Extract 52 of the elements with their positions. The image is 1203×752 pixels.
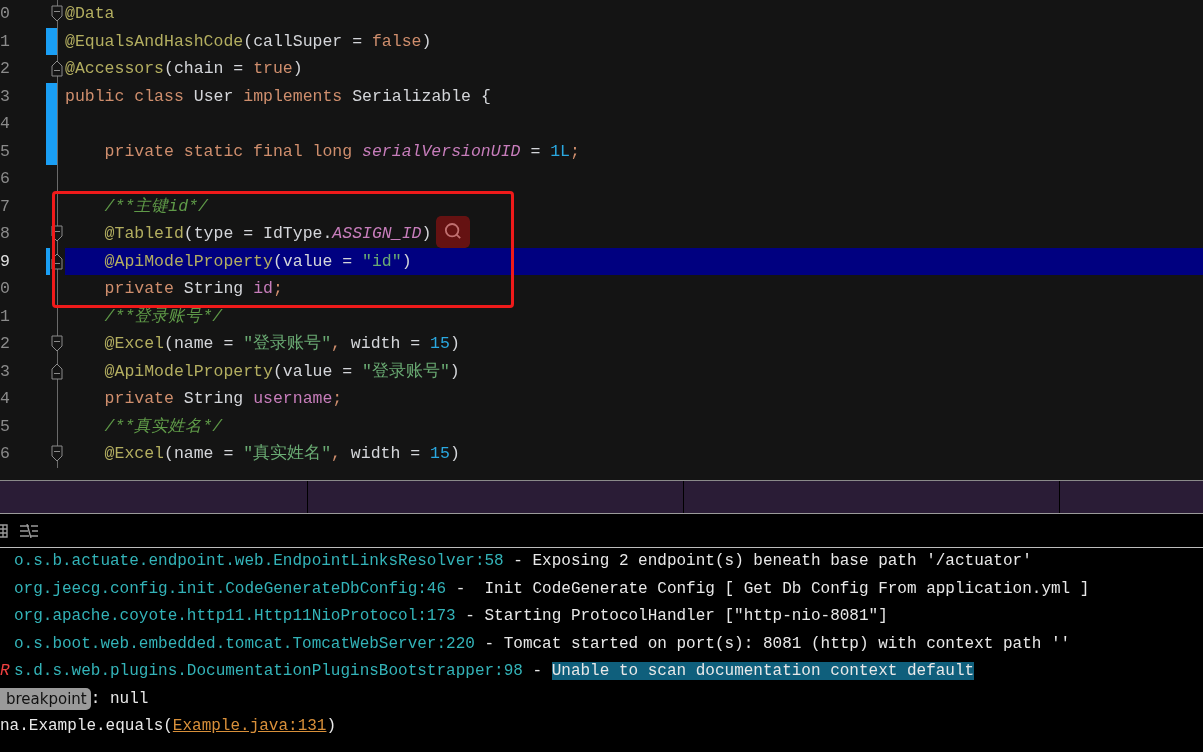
fold-icon[interactable] [51,362,63,380]
line-number: 4 [0,113,10,135]
fold-icon[interactable] [51,335,63,352]
line-number: 5 [0,415,10,438]
line-number: 1 [0,30,10,53]
code-line: @ApiModelProperty(value = "登录账号") [104,360,460,383]
source-link[interactable]: Example.java:131 [172,717,327,735]
line-number: 3 [0,85,10,108]
log-level: R [0,661,11,682]
line-number: 5 [0,140,10,163]
code-line: @Data [65,3,115,25]
code-line: private static final long serialVersionUID = 1L; [104,140,580,163]
code-line: /**登录账号*/ [104,305,223,328]
line-number: 7 [0,195,10,218]
code-line: @TableId(type = IdType.ASSIGN_ID) [104,223,432,245]
code-line: private String id; [104,278,283,300]
code-line: /**主键id*/ [104,195,208,218]
code-line: @ApiModelProperty(value = "id") [104,250,412,273]
fold-icon[interactable] [51,225,63,242]
line-number: 2 [0,333,10,355]
log-text: org.jeecg.config.init.CodeGenerateDbConfig:46 - Init CodeGenerate Config [ Get Db Config From application.yml ] [14,578,1090,600]
code-line: @EqualsAndHashCode(callSuper = false) [65,30,432,53]
line-number: 0 [0,3,10,25]
stack-trace-line: na.Example.equals(Example.java:131) [0,716,337,737]
line-number: 8 [0,223,10,245]
line-number: 6 [0,168,10,190]
fold-icon[interactable] [51,5,63,22]
log-text: s.d.s.web.plugins.DocumentationPluginsBootstrapper:98 - Unable to scan documentation context default [14,661,975,682]
line-number: 3 [0,360,10,383]
fold-icon[interactable] [51,252,63,270]
fold-icon[interactable] [51,60,63,77]
line-number: 4 [0,388,10,410]
table-icon[interactable] [0,522,8,539]
log-text: org.apache.coyote.http11.Http11NioProtocol:173 - Starting ProtocolHandler ["http-nio-8081"] [14,606,888,627]
code-line: @Accessors(chain = true) [65,58,303,80]
magnifier-icon[interactable] [436,216,470,248]
line-number: 0 [0,278,10,300]
line-number: 6 [0,443,10,465]
code-line: @Excel(name = "真实姓名", width = 15) [104,443,460,465]
line-number: 9 [0,250,10,273]
log-text: : null [90,688,149,710]
code-line: @Excel(name = "登录账号", width = 15) [104,333,460,355]
code-line: public class User implements Serializable { [65,85,491,108]
lines-icon[interactable] [20,523,38,538]
code-line: /**真实姓名*/ [104,415,223,438]
code-line: private String username; [104,388,343,410]
fold-icon[interactable] [51,445,63,462]
log-text: o.s.b.actuate.endpoint.web.EndpointLinksResolver:58 - Exposing 2 endpoint(s) beneath base path '/actuator' [14,551,1032,572]
log-text: o.s.boot.web.embedded.tomcat.TomcatWebServer:220 - Tomcat started on port(s): 8081 (http) with context path '' [14,633,1071,655]
line-number: 2 [0,58,10,80]
line-number: 1 [0,305,10,328]
breakpoint-badge[interactable]: breakpoint [0,688,91,711]
